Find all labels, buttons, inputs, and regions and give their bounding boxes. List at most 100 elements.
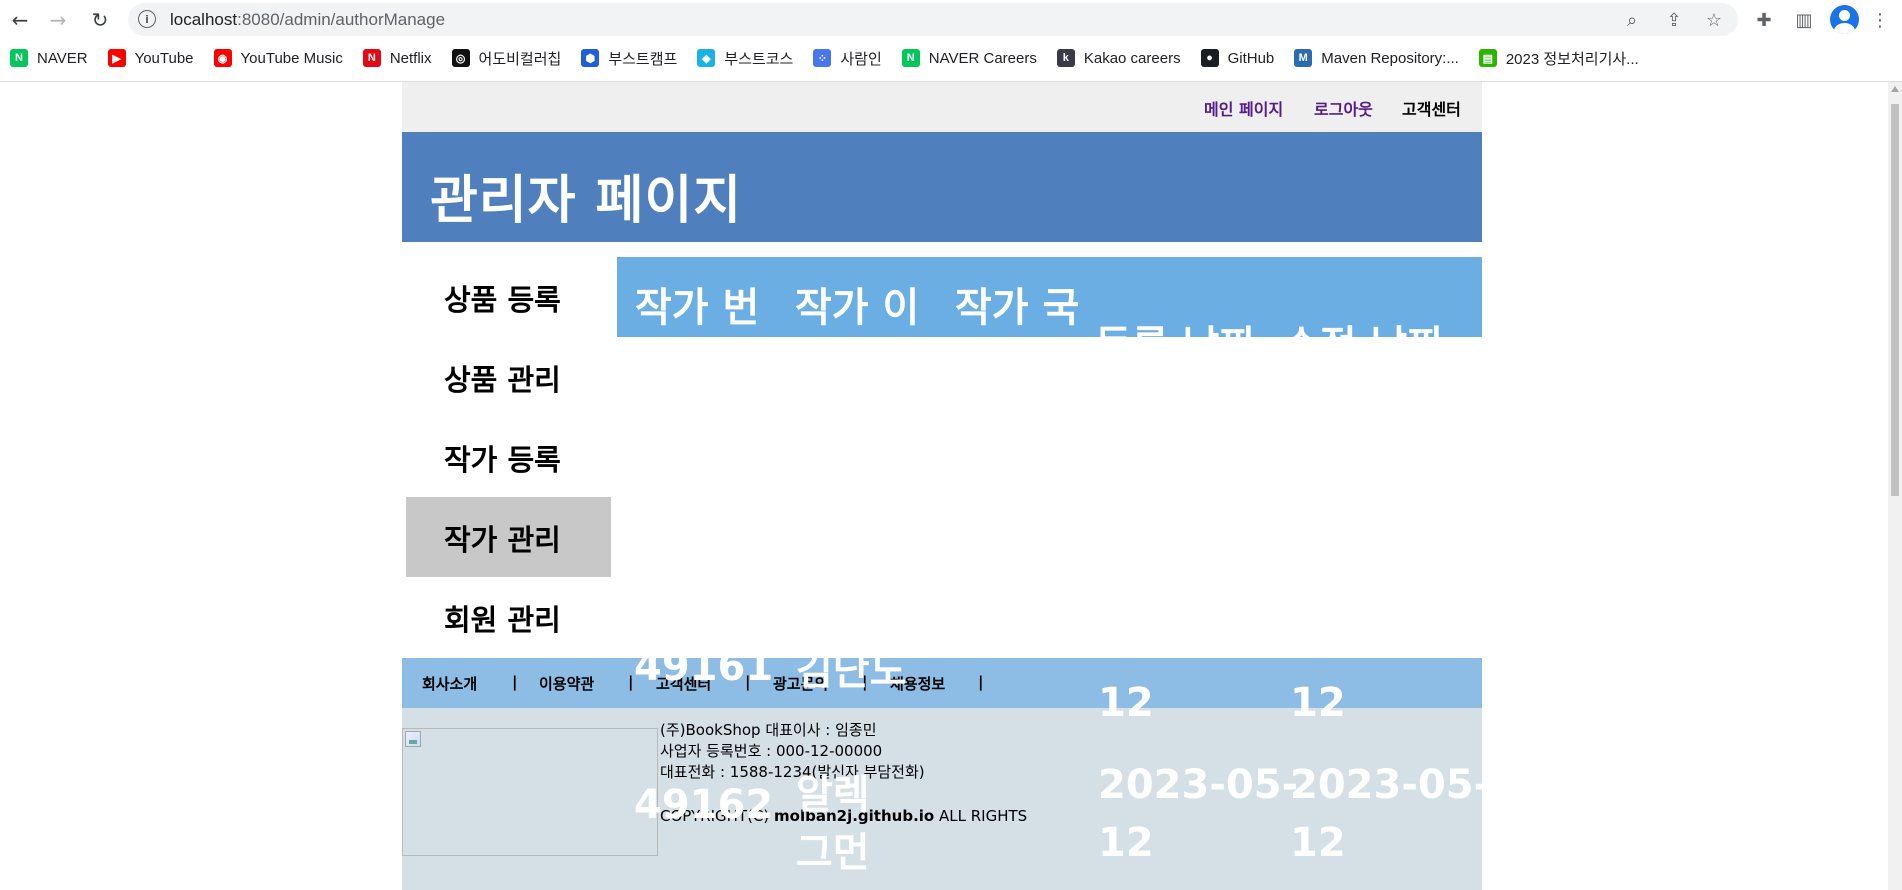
nav-label: 작가 관리 [444,523,561,557]
nav-label: 회원 관리 [444,603,561,637]
footer-link-company[interactable]: 회사소개 [422,673,477,694]
customer-center-link[interactable]: 고객센터 [1402,96,1461,120]
header-reg-date: 등록 날짜 [1095,313,1256,337]
menu-kebab-icon[interactable]: ⋮ [1866,6,1894,34]
company-ceo: (주)BookShop 대표이사 : 임종민 [660,721,877,739]
table-cell-reg-date: 2023-05- [1098,762,1299,808]
bookmark-item[interactable]: N NAVER [10,44,88,72]
page-title: 관리자 페이지 [430,171,743,231]
profile-avatar[interactable] [1830,5,1859,34]
youtube-icon: ▶ [107,49,126,67]
table-cell-name: 김난도 [796,648,907,694]
table-cell-name: 그먼 [796,830,870,876]
table-cell-id: 49162 [634,782,774,828]
scroll-up-icon[interactable] [1891,86,1899,92]
bookmark-green-icon: ▤ [1478,49,1497,67]
boostcamp-icon: ⬢ [581,49,600,67]
page-scrollbar[interactable] [1888,82,1902,890]
forward-icon[interactable]: → [44,6,72,34]
nav-product-manage[interactable]: 상품 관리 [406,337,611,417]
header-author-nation: 작가 국 [955,285,1080,331]
side-panel-icon[interactable]: ▥ [1790,6,1818,34]
scrollbar-thumb[interactable] [1891,104,1899,496]
bookmark-item[interactable]: ⁘ 사람인 [813,44,882,72]
share-icon[interactable]: ⇪ [1662,8,1686,32]
top-link-bar: 메인 페이지 로그아웃 고객센터 [402,82,1482,132]
bookmark-label: 2023 정보처리기사... [1505,50,1639,68]
nav-label: 상품 관리 [444,363,561,397]
footer-link-terms[interactable]: 이용약관 [539,673,594,694]
bookmark-label: YouTube Music [240,49,343,67]
bookmark-item[interactable]: ◆ 부스트코스 [697,44,793,72]
naver-icon: N [10,49,28,67]
bookmark-label: NAVER [37,49,88,67]
table-cell-mod-date: 12 [1290,680,1346,726]
address-bar[interactable]: i localhost:8080/admin/authorManage ⌕ ⇪ … [128,3,1738,36]
zoom-icon[interactable]: ⌕ [1620,8,1644,32]
bookmark-label: 어도비컬러칩 [478,50,562,68]
bookmark-item[interactable]: ▶ YouTube [107,44,194,72]
header-author-id: 작가 번 [635,285,760,331]
table-cell-mod-date: 2023-05- [1290,762,1491,808]
footer-separator: | [628,673,634,691]
github-icon: ● [1200,49,1219,67]
reload-icon[interactable]: ↻ [86,6,114,34]
table-cell-mod-date: 12 [1290,820,1346,866]
header-author-name: 작가 이 [795,285,920,331]
broken-image-icon [405,731,421,747]
page-viewport: 메인 페이지 로그아웃 고객센터 관리자 페이지 상품 등록 상품 관리 작가 … [0,82,1902,890]
bookmark-item[interactable]: ⬢ 부스트캠프 [581,44,677,72]
bookmark-item[interactable]: ◉ YouTube Music [213,44,343,72]
maven-icon: M [1294,49,1313,67]
url-text[interactable]: localhost:8080/admin/authorManage [170,10,445,30]
nav-label: 상품 등록 [444,283,561,317]
bookmark-label: Netflix [389,49,432,67]
nav-label: 작가 등록 [444,443,561,477]
adobe-color-icon: ◎ [451,49,470,67]
browser-toolbar: ← → ↻ i localhost:8080/admin/authorManag… [0,0,1902,40]
extensions-icon[interactable]: ✚ [1750,6,1778,34]
bookmark-label: 사람인 [840,50,882,68]
bookmark-label: Maven Repository:... [1321,49,1459,67]
bookmark-item[interactable]: N NAVER Careers [901,44,1037,72]
netflix-icon: N [362,49,381,67]
nav-product-register[interactable]: 상품 등록 [406,257,611,337]
site-info-icon[interactable]: i [138,10,156,28]
nav-author-register[interactable]: 작가 등록 [406,417,611,497]
table-cell-name: 알렉 [796,772,870,818]
logout-link[interactable]: 로그아웃 [1314,96,1373,120]
bookmark-label: NAVER Careers [928,49,1037,67]
nav-member-manage[interactable]: 회원 관리 [406,577,611,657]
bookmark-label: 부스트코스 [724,50,794,68]
bookmark-label: GitHub [1227,49,1275,67]
footer-separator: | [978,673,984,691]
author-table-header: 작가 번 작가 이 작가 국 등록 날짜 수정 날짜 [617,257,1482,337]
bookmark-item[interactable]: N Netflix [362,44,432,72]
company-phone: 대표전화 : 1588-1234(발신자 부담전화) [660,763,925,781]
company-info: (주)BookShop 대표이사 : 임종민 사업자 등록번호 : 000-12… [660,720,925,783]
boostcourse-icon: ◆ [697,49,716,67]
bookmark-label: 부스트캠프 [608,50,678,68]
bookmark-item[interactable]: ● GitHub [1200,44,1275,72]
table-cell-reg-date: 12 [1098,680,1154,726]
bookmark-item[interactable]: M Maven Repository:... [1294,44,1459,72]
admin-header: 관리자 페이지 [402,132,1482,242]
company-registration: 사업자 등록번호 : 000-12-00000 [660,742,883,760]
main-page-link[interactable]: 메인 페이지 [1204,96,1283,120]
footer-separator: | [512,673,518,691]
bookmarks-bar: N NAVER ▶ YouTube ◉ YouTube Music N Netflix ◎ 어도비… [0,44,1902,72]
header-mod-date: 수정 날짜 [1283,313,1444,337]
back-icon[interactable]: ← [6,6,34,34]
table-cell-id: 49161 [634,644,774,690]
bookmark-item[interactable]: k Kakao careers [1056,44,1181,72]
footer-logo [402,728,658,856]
bookmark-label: Kakao careers [1083,49,1181,67]
saramin-icon: ⁘ [813,49,832,67]
bookmark-item[interactable]: ◎ 어도비컬러칩 [451,44,562,72]
naver-careers-icon: N [901,49,920,67]
youtube-music-icon: ◉ [213,49,232,67]
bookmark-item[interactable]: ▤ 2023 정보처리기사... [1478,44,1639,72]
bookmark-star-icon[interactable]: ☆ [1702,8,1726,32]
kakao-careers-icon: k [1056,49,1075,67]
nav-author-manage[interactable]: 작가 관리 [406,497,611,577]
